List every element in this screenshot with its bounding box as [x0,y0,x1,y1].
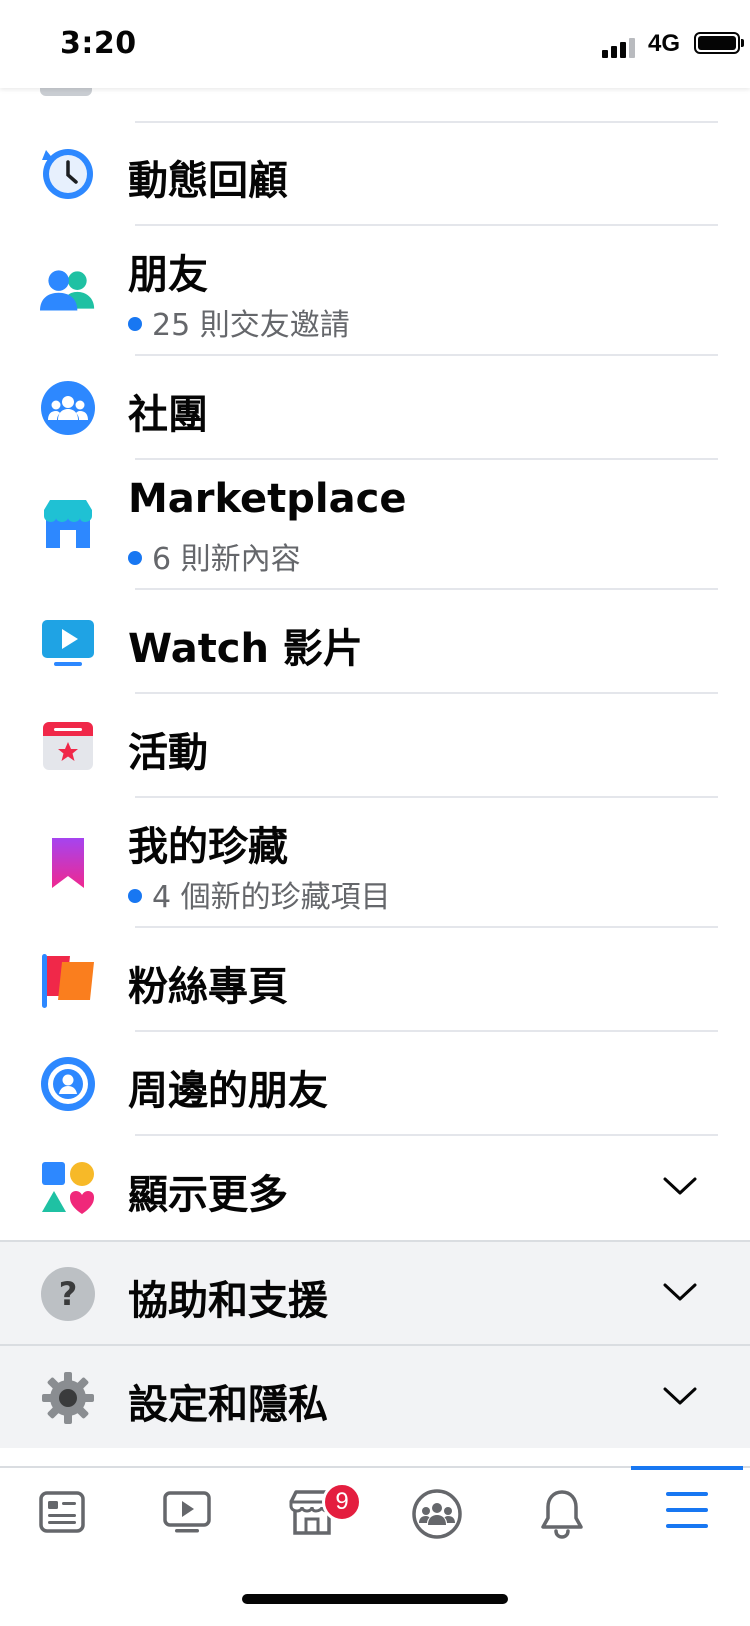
pages-flag-icon [40,952,96,1008]
help-question-icon: ? [40,1266,96,1322]
menu-item-nearby-friends[interactable]: 周邊的朋友 [0,1032,750,1136]
menu-item-friends[interactable]: 朋友 25 則交友邀請 [0,226,750,356]
section-label: 設定和隱私 [128,1382,328,1428]
groups-icon [40,380,96,436]
menu-item-watch[interactable]: Watch 影片 [0,590,750,694]
settings-gear-icon [40,1370,96,1426]
section-label: 協助和支援 [128,1278,328,1324]
chevron-down-icon [663,1177,697,1195]
status-time: 3:20 [60,26,137,61]
menu-item-events[interactable]: 活動 [0,694,750,798]
friends-icon [40,262,96,318]
active-tab-indicator [631,1466,743,1470]
hamburger-menu-icon [666,1492,708,1528]
shortcuts-menu: 動態回顧 朋友 25 則交友邀請 社團 Marketplace 6 則新內容 W… [0,122,750,1448]
tab-marketplace[interactable]: 9 [262,1482,362,1552]
network-type: 4G [648,30,681,57]
subtitle-text: 6 則新內容 [152,542,301,577]
cellular-signal-icon [602,36,642,58]
home-indicator [242,1594,508,1604]
tab-groups[interactable] [387,1488,487,1552]
section-help-support[interactable]: ? 協助和支援 [0,1240,750,1344]
tab-menu[interactable] [637,1488,737,1552]
menu-item-label: Watch 影片 [128,626,363,672]
menu-item-label: 動態回顧 [128,158,288,204]
subtitle-text: 4 個新的珍藏項目 [152,880,391,915]
menu-item-label: 我的珍藏 [128,824,288,870]
menu-item-label: 社團 [128,392,208,438]
menu-item-label: 朋友 [128,252,208,298]
menu-item-saved[interactable]: 我的珍藏 4 個新的珍藏項目 [0,798,750,928]
subtitle-text: 25 則交友邀請 [152,308,350,343]
menu-item-label: 周邊的朋友 [128,1068,328,1114]
see-more-shapes-icon [40,1160,96,1216]
saved-bookmark-icon [40,834,96,890]
bell-icon [541,1490,583,1539]
section-settings-privacy[interactable]: 設定和隱私 [0,1344,750,1448]
menu-item-subtitle: 4 個新的珍藏項目 [128,872,391,916]
menu-item-label: 活動 [128,730,208,776]
menu-item-subtitle: 6 則新內容 [128,534,301,578]
status-bar: 3:20 4G [0,0,750,88]
notification-badge: 9 [322,1482,362,1522]
menu-item-groups[interactable]: 社團 [0,356,750,460]
menu-item-memories[interactable]: 動態回顧 [0,122,750,226]
menu-item-label: 粉絲專頁 [128,964,288,1010]
news-feed-icon [39,1491,85,1533]
events-calendar-icon [40,718,96,774]
menu-item-label: Marketplace [128,476,407,522]
svg-text:?: ? [59,1275,78,1313]
groups-tab-icon [412,1489,462,1539]
watch-video-icon [40,614,96,670]
menu-item-label: 顯示更多 [128,1172,288,1218]
watch-tab-icon [163,1491,211,1533]
battery-icon [694,32,744,54]
unread-dot [128,550,142,565]
chevron-down-icon [663,1387,697,1405]
memories-clock-icon [40,146,96,202]
unread-dot [128,888,142,903]
unread-dot [128,316,142,331]
tab-notifications[interactable] [512,1488,612,1552]
menu-item-marketplace[interactable]: Marketplace 6 則新內容 [0,460,750,590]
tab-watch[interactable] [137,1488,237,1552]
menu-item-pages[interactable]: 粉絲專頁 [0,928,750,1032]
menu-item-see-more[interactable]: 顯示更多 [0,1136,750,1240]
nearby-friends-icon [40,1056,96,1112]
marketplace-store-icon [40,496,96,552]
tab-news-feed[interactable] [12,1488,112,1552]
menu-item-subtitle: 25 則交友邀請 [128,300,350,344]
chevron-down-icon [663,1283,697,1301]
